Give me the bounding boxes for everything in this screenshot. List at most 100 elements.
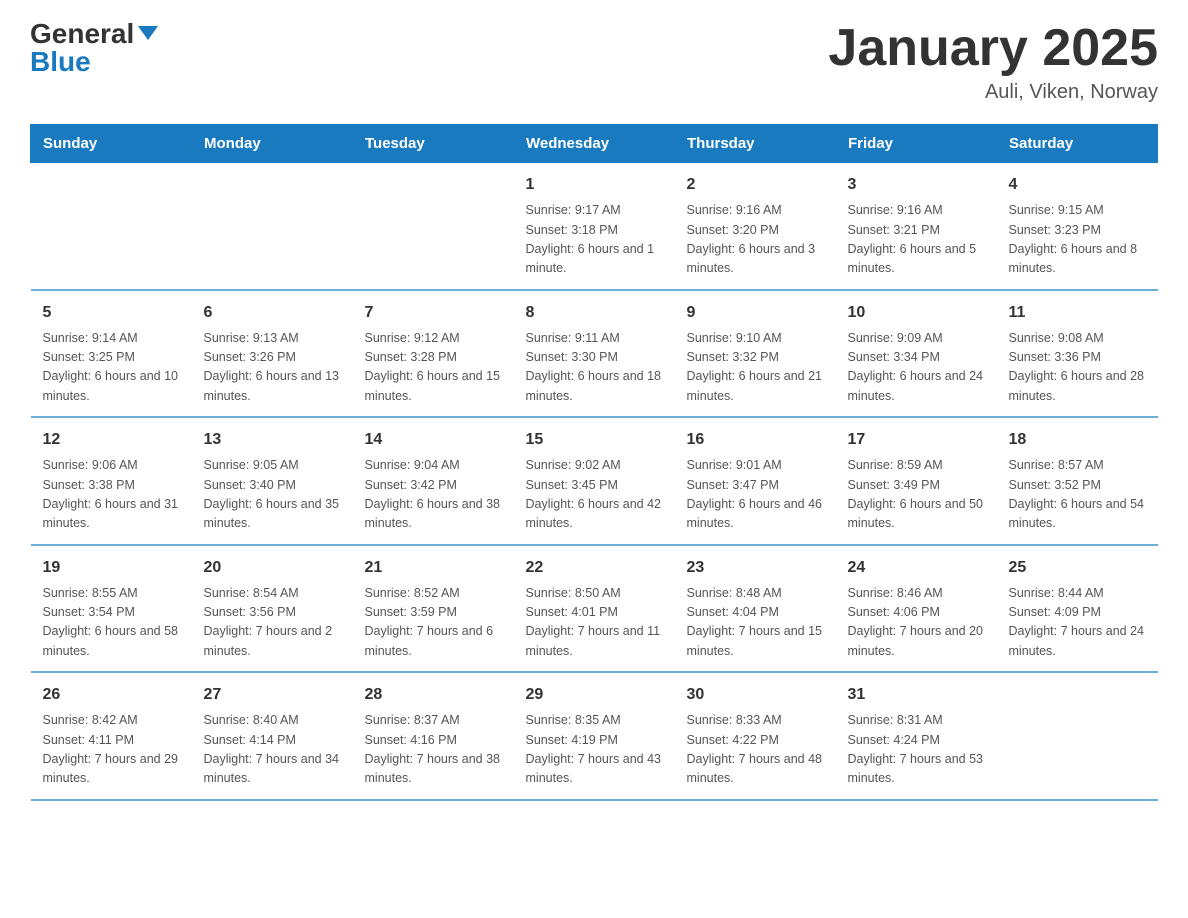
weekday-header-row: SundayMondayTuesdayWednesdayThursdayFrid… xyxy=(31,125,1158,163)
day-info: Sunrise: 9:13 AM Sunset: 3:26 PM Dayligh… xyxy=(204,329,341,407)
calendar-cell: 28 Sunrise: 8:37 AM Sunset: 4:16 PM Dayli… xyxy=(353,672,514,800)
day-number: 15 xyxy=(526,428,663,452)
calendar-week-row: 26Sunrise: 8:42 AM Sunset: 4:11 PM Dayli… xyxy=(31,672,1158,800)
day-number: 24 xyxy=(848,556,985,580)
day-number: 14 xyxy=(365,428,502,452)
calendar-cell: 23 Sunrise: 8:48 AM Sunset: 4:04 PM Dayli… xyxy=(675,545,836,673)
day-number: 18 xyxy=(1009,428,1146,452)
day-number: 5 xyxy=(43,301,180,325)
day-number: 13 xyxy=(204,428,341,452)
day-info: Sunrise: 8:40 AM Sunset: 4:14 PM Dayligh… xyxy=(204,711,341,789)
day-info: Sunrise: 9:10 AM Sunset: 3:32 PM Dayligh… xyxy=(687,329,824,407)
location-text: Auli, Viken, Norway xyxy=(828,81,1158,104)
calendar-cell: 11Sunrise: 9:08 AM Sunset: 3:36 PM Dayli… xyxy=(997,290,1158,418)
calendar-cell: 17 Sunrise: 8:59 AM Sunset: 3:49 PM Dayli… xyxy=(836,417,997,545)
day-number: 30 xyxy=(687,683,824,707)
calendar-cell: 18 Sunrise: 8:57 AM Sunset: 3:52 PM Dayli… xyxy=(997,417,1158,545)
day-number: 7 xyxy=(365,301,502,325)
calendar-cell: 3 Sunrise: 9:16 AM Sunset: 3:21 PM Daylig… xyxy=(836,163,997,290)
calendar-cell: 21Sunrise: 8:52 AM Sunset: 3:59 PM Dayli… xyxy=(353,545,514,673)
calendar-cell: 20Sunrise: 8:54 AM Sunset: 3:56 PM Dayli… xyxy=(192,545,353,673)
calendar-week-row: 5Sunrise: 9:14 AM Sunset: 3:25 PM Daylig… xyxy=(31,290,1158,418)
day-number: 1 xyxy=(526,173,663,197)
day-number: 28 xyxy=(365,683,502,707)
day-number: 16 xyxy=(687,428,824,452)
day-number: 23 xyxy=(687,556,824,580)
day-info: Sunrise: 9:01 AM Sunset: 3:47 PM Dayligh… xyxy=(687,456,824,534)
day-info: Sunrise: 9:04 AM Sunset: 3:42 PM Dayligh… xyxy=(365,456,502,534)
calendar-cell: 27 Sunrise: 8:40 AM Sunset: 4:14 PM Dayli… xyxy=(192,672,353,800)
day-number: 26 xyxy=(43,683,180,707)
calendar-cell: 24Sunrise: 8:46 AM Sunset: 4:06 PM Dayli… xyxy=(836,545,997,673)
weekday-header-sunday: Sunday xyxy=(31,125,192,163)
calendar-cell: 29Sunrise: 8:35 AM Sunset: 4:19 PM Dayli… xyxy=(514,672,675,800)
weekday-header-saturday: Saturday xyxy=(997,125,1158,163)
calendar-cell xyxy=(31,163,192,290)
day-info: Sunrise: 9:02 AM Sunset: 3:45 PM Dayligh… xyxy=(526,456,663,534)
day-number: 11 xyxy=(1009,301,1146,325)
day-number: 17 xyxy=(848,428,985,452)
day-number: 31 xyxy=(848,683,985,707)
calendar-cell: 14 Sunrise: 9:04 AM Sunset: 3:42 PM Dayli… xyxy=(353,417,514,545)
calendar-cell: 15 Sunrise: 9:02 AM Sunset: 3:45 PM Dayli… xyxy=(514,417,675,545)
day-info: Sunrise: 8:33 AM Sunset: 4:22 PM Dayligh… xyxy=(687,711,824,789)
day-info: Sunrise: 8:57 AM Sunset: 3:52 PM Dayligh… xyxy=(1009,456,1146,534)
logo-general-text: General xyxy=(30,20,134,48)
day-number: 19 xyxy=(43,556,180,580)
calendar-cell xyxy=(192,163,353,290)
calendar-cell: 12Sunrise: 9:06 AM Sunset: 3:38 PM Dayli… xyxy=(31,417,192,545)
calendar-cell: 19 Sunrise: 8:55 AM Sunset: 3:54 PM Dayli… xyxy=(31,545,192,673)
day-info: Sunrise: 8:44 AM Sunset: 4:09 PM Dayligh… xyxy=(1009,584,1146,662)
day-info: Sunrise: 8:35 AM Sunset: 4:19 PM Dayligh… xyxy=(526,711,663,789)
day-number: 22 xyxy=(526,556,663,580)
calendar-week-row: 19 Sunrise: 8:55 AM Sunset: 3:54 PM Dayli… xyxy=(31,545,1158,673)
day-info: Sunrise: 9:09 AM Sunset: 3:34 PM Dayligh… xyxy=(848,329,985,407)
calendar-cell: 4 Sunrise: 9:15 AM Sunset: 3:23 PM Daylig… xyxy=(997,163,1158,290)
calendar-cell: 1Sunrise: 9:17 AM Sunset: 3:18 PM Daylig… xyxy=(514,163,675,290)
day-number: 21 xyxy=(365,556,502,580)
logo: General Blue xyxy=(30,20,158,76)
day-info: Sunrise: 8:59 AM Sunset: 3:49 PM Dayligh… xyxy=(848,456,985,534)
calendar-week-row: 12Sunrise: 9:06 AM Sunset: 3:38 PM Dayli… xyxy=(31,417,1158,545)
logo-blue-text: Blue xyxy=(30,48,91,76)
weekday-header-wednesday: Wednesday xyxy=(514,125,675,163)
calendar-header: SundayMondayTuesdayWednesdayThursdayFrid… xyxy=(31,125,1158,163)
day-info: Sunrise: 8:37 AM Sunset: 4:16 PM Dayligh… xyxy=(365,711,502,789)
calendar-cell: 31 Sunrise: 8:31 AM Sunset: 4:24 PM Dayli… xyxy=(836,672,997,800)
calendar-cell: 30 Sunrise: 8:33 AM Sunset: 4:22 PM Dayli… xyxy=(675,672,836,800)
weekday-header-friday: Friday xyxy=(836,125,997,163)
calendar-body: 1Sunrise: 9:17 AM Sunset: 3:18 PM Daylig… xyxy=(31,163,1158,800)
calendar-week-row: 1Sunrise: 9:17 AM Sunset: 3:18 PM Daylig… xyxy=(31,163,1158,290)
day-number: 4 xyxy=(1009,173,1146,197)
calendar-cell: 26Sunrise: 8:42 AM Sunset: 4:11 PM Dayli… xyxy=(31,672,192,800)
calendar-cell: 8 Sunrise: 9:11 AM Sunset: 3:30 PM Daylig… xyxy=(514,290,675,418)
day-number: 27 xyxy=(204,683,341,707)
calendar-cell: 16 Sunrise: 9:01 AM Sunset: 3:47 PM Dayli… xyxy=(675,417,836,545)
page-header: General Blue January 2025 Auli, Viken, N… xyxy=(30,20,1158,104)
calendar-cell xyxy=(997,672,1158,800)
calendar-cell: 25 Sunrise: 8:44 AM Sunset: 4:09 PM Dayli… xyxy=(997,545,1158,673)
day-number: 2 xyxy=(687,173,824,197)
day-info: Sunrise: 9:06 AM Sunset: 3:38 PM Dayligh… xyxy=(43,456,180,534)
calendar-cell: 9 Sunrise: 9:10 AM Sunset: 3:32 PM Daylig… xyxy=(675,290,836,418)
logo-triangle-icon xyxy=(138,26,158,40)
day-number: 3 xyxy=(848,173,985,197)
day-number: 9 xyxy=(687,301,824,325)
day-info: Sunrise: 8:55 AM Sunset: 3:54 PM Dayligh… xyxy=(43,584,180,662)
day-number: 8 xyxy=(526,301,663,325)
calendar-cell: 6Sunrise: 9:13 AM Sunset: 3:26 PM Daylig… xyxy=(192,290,353,418)
day-number: 20 xyxy=(204,556,341,580)
day-info: Sunrise: 9:12 AM Sunset: 3:28 PM Dayligh… xyxy=(365,329,502,407)
calendar-cell: 5Sunrise: 9:14 AM Sunset: 3:25 PM Daylig… xyxy=(31,290,192,418)
day-number: 25 xyxy=(1009,556,1146,580)
day-info: Sunrise: 8:31 AM Sunset: 4:24 PM Dayligh… xyxy=(848,711,985,789)
day-info: Sunrise: 9:11 AM Sunset: 3:30 PM Dayligh… xyxy=(526,329,663,407)
calendar-cell: 7 Sunrise: 9:12 AM Sunset: 3:28 PM Daylig… xyxy=(353,290,514,418)
calendar-cell: 13 Sunrise: 9:05 AM Sunset: 3:40 PM Dayli… xyxy=(192,417,353,545)
month-year-title: January 2025 xyxy=(828,20,1158,77)
day-info: Sunrise: 9:15 AM Sunset: 3:23 PM Dayligh… xyxy=(1009,201,1146,279)
title-block: January 2025 Auli, Viken, Norway xyxy=(828,20,1158,104)
day-info: Sunrise: 9:16 AM Sunset: 3:21 PM Dayligh… xyxy=(848,201,985,279)
day-info: Sunrise: 9:05 AM Sunset: 3:40 PM Dayligh… xyxy=(204,456,341,534)
day-info: Sunrise: 8:48 AM Sunset: 4:04 PM Dayligh… xyxy=(687,584,824,662)
